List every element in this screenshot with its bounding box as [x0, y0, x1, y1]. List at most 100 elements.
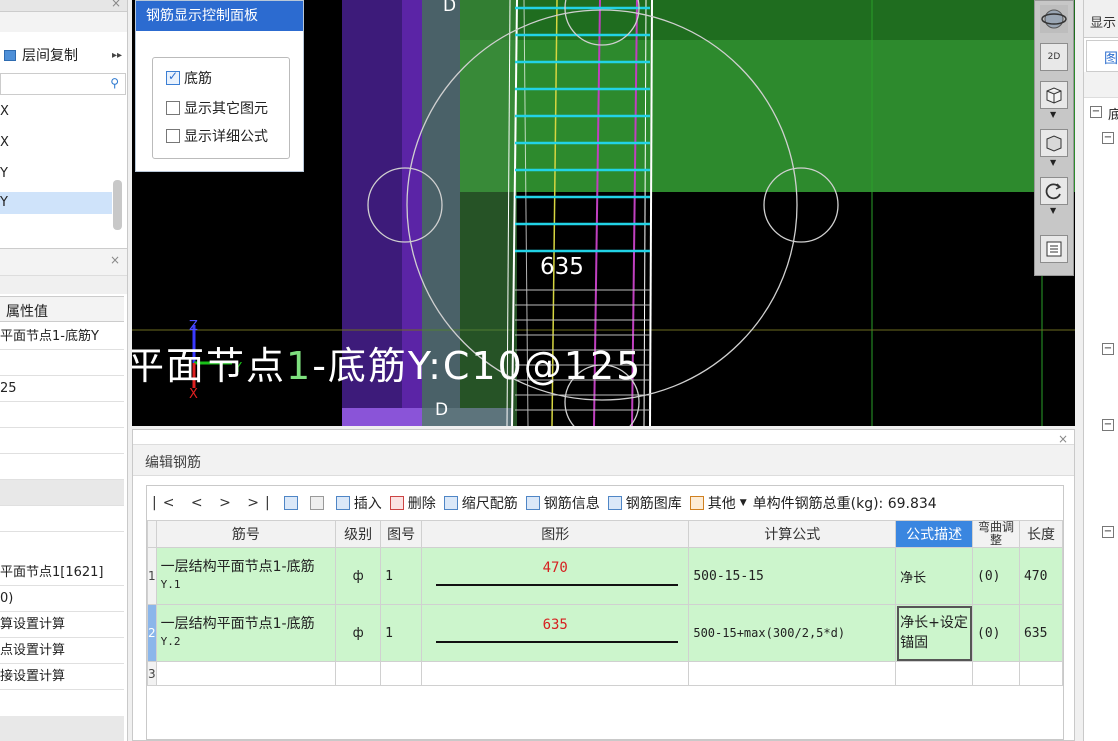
checkbox-checked-icon[interactable] [166, 69, 180, 85]
row-number[interactable]: 2 [147, 604, 157, 662]
delete-button[interactable]: 删除 [389, 493, 436, 513]
formula-cell[interactable] [688, 661, 897, 686]
property-row[interactable] [0, 402, 124, 428]
move-down-button[interactable] [309, 496, 328, 510]
2d-view-icon[interactable]: 2D [1040, 43, 1068, 71]
show-other-elements-checkbox[interactable]: 显示其它图元 [166, 98, 268, 118]
left-panel-scrollbar[interactable] [113, 180, 122, 230]
chevron-down-icon[interactable]: ▼ [1050, 206, 1056, 215]
table-row[interactable]: 1 一层结构平面节点1-底筋 Y.1 ф 1 470 500-15-15 净长 (… [147, 547, 1063, 605]
cube-view-icon[interactable]: ▼ [1040, 129, 1068, 167]
component-search-input[interactable]: ⚲ [0, 73, 126, 95]
table-row-selected[interactable]: 2 一层结构平面节点1-底筋 Y.2 ф 1 635 500-15+max(300… [147, 604, 1063, 662]
3d-box-icon[interactable]: ▼ [1040, 81, 1068, 119]
tree-item[interactable]: X [0, 101, 112, 123]
bend-adjust-cell[interactable] [972, 661, 1020, 686]
show-detailed-formula-checkbox[interactable]: 显示详细公式 [166, 126, 268, 146]
column-header[interactable]: 级别 [335, 520, 382, 548]
rebar-element-label: 平面节点1-底筋Y:C10@125 [132, 344, 643, 388]
row-number[interactable]: 3 [147, 661, 157, 686]
rebar-library-button[interactable]: 钢筋图库 [607, 493, 682, 513]
property-panel-toolbar [0, 276, 127, 294]
length-cell[interactable]: 635 [1018, 604, 1063, 662]
length-cell[interactable]: 470 [1018, 547, 1063, 605]
property-row[interactable] [0, 506, 124, 532]
rebar-name-cell[interactable]: 一层结构平面节点1-底筋 Y.2 [155, 604, 337, 662]
edit-rebar-content: |< < > >| 插入 删除 缩尺配筋 钢筋信息 钢筋图库 其他 ▼ 单构件钢筋… [146, 485, 1064, 740]
figure-number-cell[interactable] [380, 661, 423, 686]
collapse-icon[interactable]: − [1102, 132, 1114, 144]
scale-rebar-button[interactable]: 缩尺配筋 [443, 493, 518, 513]
property-row[interactable] [0, 350, 124, 376]
property-row[interactable]: 接设置计算 [0, 664, 124, 690]
rotate-icon[interactable]: ▼ [1040, 177, 1068, 215]
grade-cell[interactable]: ф [335, 547, 382, 605]
figure-number-cell[interactable]: 1 [380, 604, 423, 662]
formula-description-cell-active[interactable]: 净长+设定锚固 [895, 604, 974, 662]
figure-number-cell[interactable]: 1 [380, 547, 423, 605]
chevron-down-icon[interactable]: ▼ [1050, 110, 1056, 119]
property-group-row[interactable] [0, 480, 124, 506]
row-number[interactable]: 1 [147, 547, 157, 605]
shape-cell[interactable]: 635 [421, 604, 690, 662]
column-header[interactable]: 图形 [421, 520, 690, 548]
grade-cell[interactable] [335, 661, 382, 686]
column-header[interactable]: 弯曲调整 [972, 520, 1020, 548]
property-row[interactable] [0, 454, 124, 480]
grade-cell[interactable]: ф [335, 604, 382, 662]
column-header[interactable]: 图号 [380, 520, 423, 548]
collapse-icon[interactable]: − [1102, 526, 1114, 538]
tree-item[interactable]: Y [0, 163, 112, 185]
tab-layers[interactable]: 图 [1086, 40, 1118, 72]
property-group-row[interactable] [0, 716, 124, 741]
column-header-selected[interactable]: 公式描述 [895, 520, 974, 548]
rebar-info-button[interactable]: 钢筋信息 [525, 493, 600, 513]
move-up-icon [283, 496, 298, 510]
table-header-row: 筋号 级别 图号 图形 计算公式 公式描述 弯曲调整 长度 [147, 520, 1063, 548]
checkbox-icon[interactable] [166, 101, 180, 115]
property-row[interactable]: 平面节点1-底筋Y [0, 324, 124, 350]
property-row[interactable]: 算设置计算 [0, 612, 124, 638]
property-row[interactable]: 25 [0, 376, 124, 402]
close-icon[interactable]: × [110, 253, 120, 267]
other-menu-button[interactable]: 其他 ▼ [689, 493, 747, 513]
bottom-rebar-checkbox[interactable]: 底筋 [166, 68, 212, 88]
search-icon[interactable]: ⚲ [110, 76, 119, 90]
collapse-icon[interactable]: − [1102, 343, 1114, 355]
insert-icon [335, 496, 350, 510]
layers-icon[interactable] [1040, 235, 1068, 263]
tree-item-selected[interactable]: Y [0, 192, 112, 214]
move-up-button[interactable] [283, 496, 302, 510]
shape-cell[interactable] [421, 661, 690, 686]
formula-cell[interactable]: 500-15-15 [688, 547, 897, 605]
column-header[interactable]: 筋号 [155, 520, 337, 548]
bend-adjust-cell[interactable]: (0) [972, 604, 1020, 662]
close-icon[interactable]: × [111, 0, 121, 10]
view-toolbar: 2D ▼ ▼ ▼ [1034, 0, 1074, 276]
floor-copy-button[interactable]: 层间复制 ▸▸ [0, 43, 127, 67]
property-row[interactable]: 0) [0, 586, 124, 612]
length-cell[interactable] [1018, 661, 1063, 686]
formula-cell[interactable]: 500-15+max(300/2,5*d) [688, 604, 897, 662]
formula-description-cell[interactable] [895, 661, 974, 686]
column-header[interactable]: 长度 [1018, 520, 1063, 548]
property-row[interactable]: 平面节点1[1621] [0, 560, 124, 586]
collapse-icon[interactable]: − [1090, 106, 1102, 118]
rebar-name-cell[interactable] [155, 661, 337, 686]
shape-cell[interactable]: 470 [421, 547, 690, 605]
tree-item[interactable]: X [0, 132, 112, 154]
property-row[interactable]: 点设置计算 [0, 638, 124, 664]
rebar-name-cell[interactable]: 一层结构平面节点1-底筋 Y.1 [155, 547, 337, 605]
chevron-down-icon[interactable]: ▼ [1050, 158, 1056, 167]
property-row[interactable] [0, 428, 124, 454]
table-row-empty[interactable]: 3 [147, 661, 1063, 686]
formula-description-cell[interactable]: 净长 [895, 547, 974, 605]
bend-adjust-cell[interactable]: (0) [972, 547, 1020, 605]
record-navigation[interactable]: |< < > >| [152, 495, 276, 511]
checkbox-icon[interactable] [166, 129, 180, 143]
column-header[interactable]: 计算公式 [688, 520, 897, 548]
orbit-icon[interactable] [1040, 5, 1068, 33]
collapse-icon[interactable]: − [1102, 419, 1114, 431]
chevron-right-icon[interactable]: ▸▸ [112, 50, 122, 61]
insert-button[interactable]: 插入 [335, 493, 382, 513]
